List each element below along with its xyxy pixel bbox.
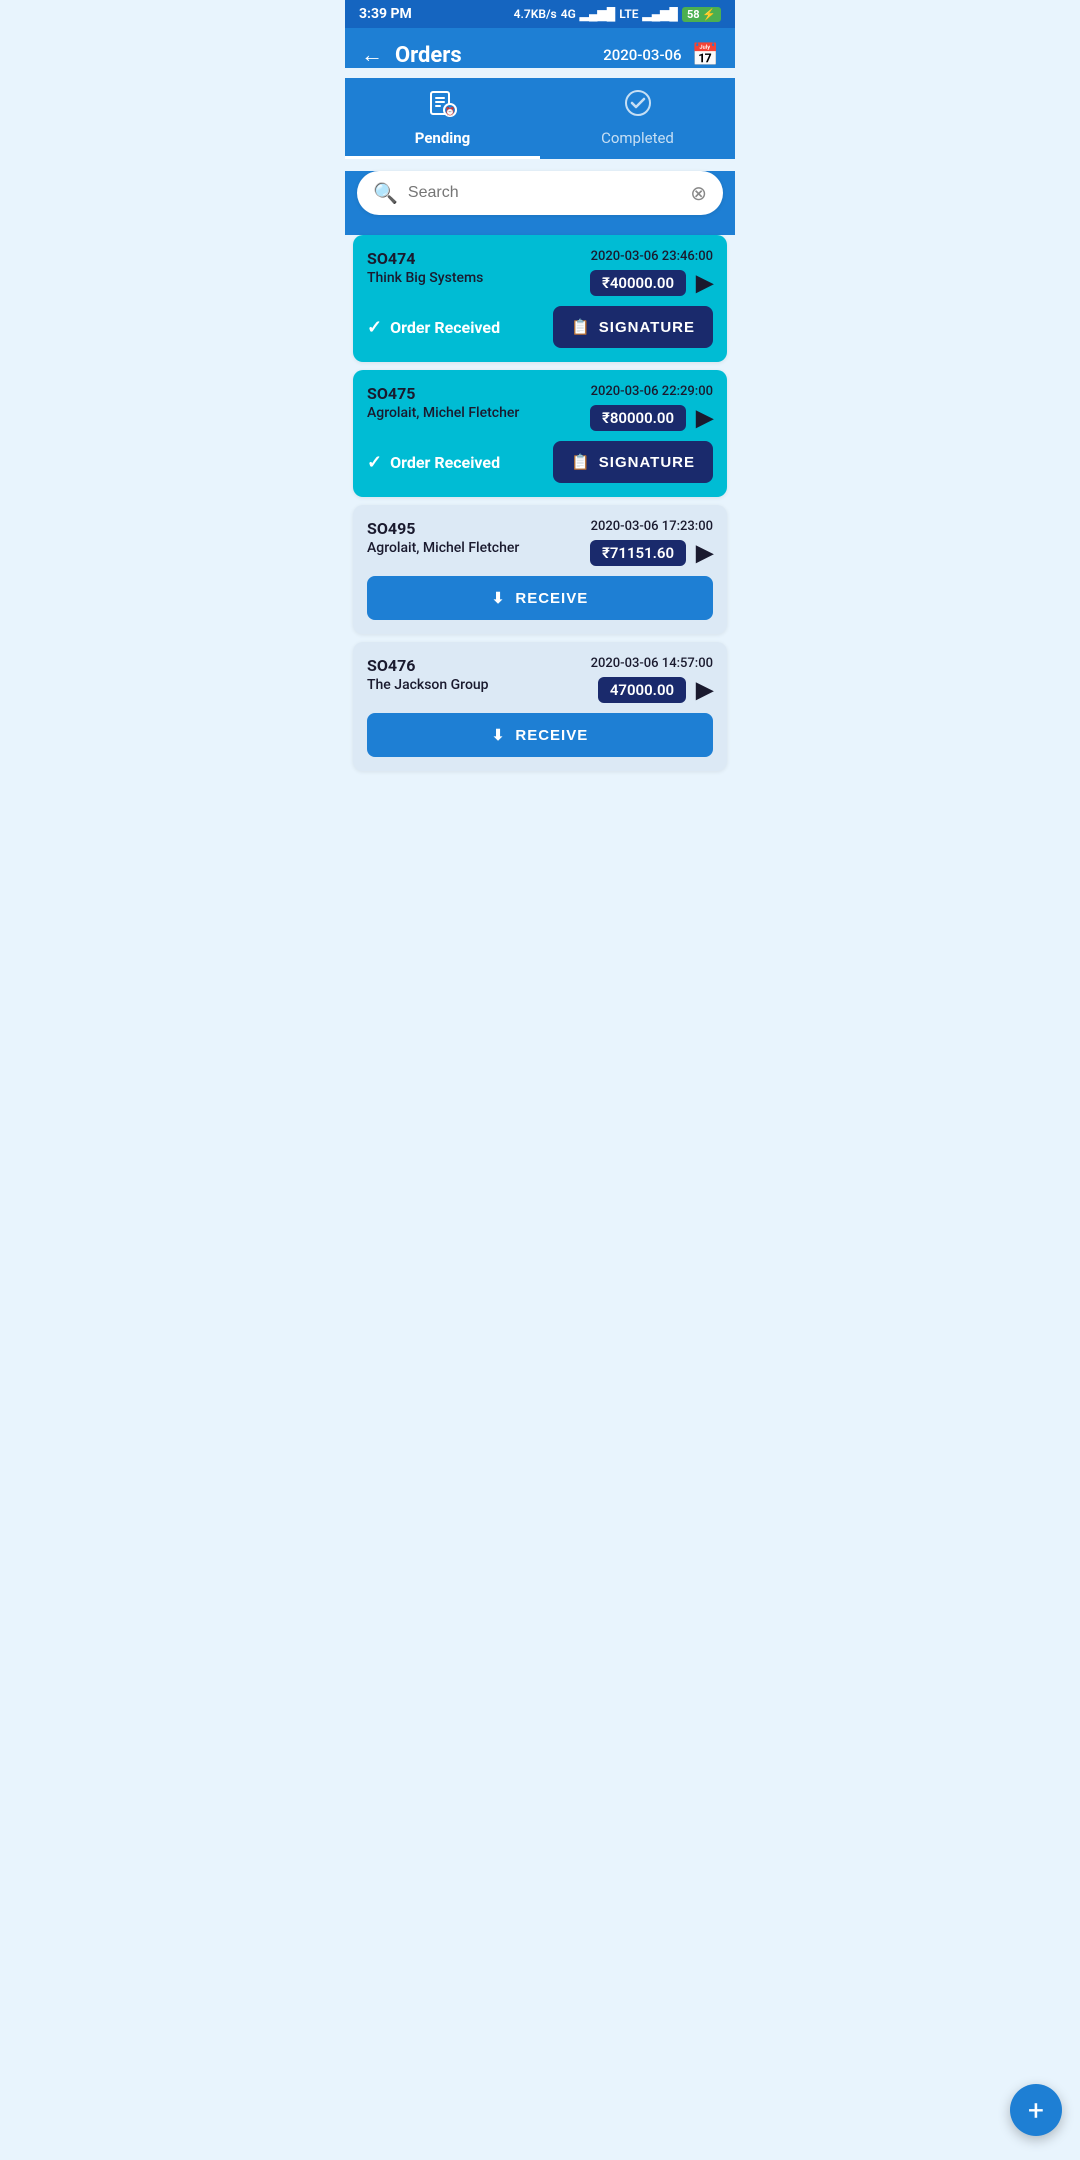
orders-list: SO474 Think Big Systems 2020-03-06 23:46… [345,235,735,851]
order-amount-so495: ₹71151.60 [590,540,686,566]
order-amount-so475: ₹80000.00 [590,405,686,431]
order-datetime-so475: 2020-03-06 22:29:00 [591,384,713,399]
order-datetime-so476: 2020-03-06 14:57:00 [591,656,713,671]
page-title: Orders [395,43,462,68]
receive-label-so495: RECEIVE [515,590,588,607]
receive-icon-so476: ⬇ [492,726,506,744]
back-button[interactable]: ← [361,42,383,68]
checkmark-icon-so474: ✓ [367,317,382,338]
order-navigate-so476[interactable]: ▶ [696,678,713,703]
calendar-icon[interactable]: 📅 [692,43,719,68]
order-id-so495: SO495 [367,519,519,538]
signature-label-so475: SIGNATURE [599,454,695,471]
completed-tab-icon [623,88,653,125]
signature-icon-so475: 📋 [571,453,591,471]
signature-button-so474[interactable]: 📋 SIGNATURE [553,306,713,348]
header-date: 2020-03-06 [603,46,681,64]
order-status-label-so474: Order Received [390,318,500,337]
order-status-label-so475: Order Received [390,453,500,472]
network-speed: 4.7KB/s [514,7,557,21]
status-right: 4.7KB/s 4G ▂▄▆█ LTE ▂▄▆█ 58 ⚡ [514,7,721,22]
order-card-so495: SO495 Agrolait, Michel Fletcher 2020-03-… [353,505,727,634]
signal-bars-2: ▂▄▆█ [642,7,677,21]
checkmark-icon-so475: ✓ [367,452,382,473]
order-card-so476: SO476 The Jackson Group 2020-03-06 14:57… [353,642,727,771]
receive-icon-so495: ⬇ [492,589,506,607]
order-card-so474: SO474 Think Big Systems 2020-03-06 23:46… [353,235,727,362]
status-time: 3:39 PM [359,6,412,22]
order-navigate-so474[interactable]: ▶ [696,271,713,296]
order-id-so474: SO474 [367,249,483,268]
order-card-so475: SO475 Agrolait, Michel Fletcher 2020-03-… [353,370,727,497]
order-navigate-so495[interactable]: ▶ [696,541,713,566]
status-bar: 3:39 PM 4.7KB/s 4G ▂▄▆█ LTE ▂▄▆█ 58 ⚡ [345,0,735,28]
order-amount-so474: ₹40000.00 [590,270,686,296]
order-company-so475: Agrolait, Michel Fletcher [367,405,519,421]
order-navigate-so475[interactable]: ▶ [696,406,713,431]
svg-text:⏰: ⏰ [445,106,455,116]
signature-icon-so474: 📋 [571,318,591,336]
order-amount-so476: 47000.00 [598,677,686,703]
tab-bar: ⏰ Pending Completed [345,78,735,159]
signal-type: 4G [561,7,576,21]
battery-indicator: 58 ⚡ [682,7,721,22]
pending-tab-icon: ⏰ [428,88,458,125]
tab-completed[interactable]: Completed [540,78,735,159]
receive-button-so495[interactable]: ⬇ RECEIVE [367,576,713,620]
receive-label-so476: RECEIVE [515,727,588,744]
search-bar: 🔍 ⊗ [357,171,723,215]
signature-label-so474: SIGNATURE [599,319,695,336]
signal-bars: ▂▄▆█ [580,7,615,21]
order-company-so495: Agrolait, Michel Fletcher [367,540,519,556]
order-id-so476: SO476 [367,656,489,675]
search-icon: 🔍 [373,181,398,205]
order-status-so475: ✓ Order Received [367,452,500,473]
order-id-so475: SO475 [367,384,519,403]
tab-completed-label: Completed [601,129,674,147]
clear-search-button[interactable]: ⊗ [690,181,707,205]
tab-pending-label: Pending [415,129,470,147]
order-datetime-so495: 2020-03-06 17:23:00 [591,519,713,534]
tab-pending[interactable]: ⏰ Pending [345,78,540,159]
signature-button-so475[interactable]: 📋 SIGNATURE [553,441,713,483]
order-company-so474: Think Big Systems [367,270,483,286]
app-header: ← Orders 2020-03-06 📅 [345,28,735,68]
search-input[interactable] [408,184,690,202]
order-company-so476: The Jackson Group [367,677,489,693]
fab-plus-icon: + [1028,2094,1044,2127]
receive-button-so476[interactable]: ⬇ RECEIVE [367,713,713,757]
order-status-so474: ✓ Order Received [367,317,500,338]
add-order-fab[interactable]: + [1010,2084,1062,2136]
order-datetime-so474: 2020-03-06 23:46:00 [591,249,713,264]
lte-icon: LTE [619,7,638,21]
